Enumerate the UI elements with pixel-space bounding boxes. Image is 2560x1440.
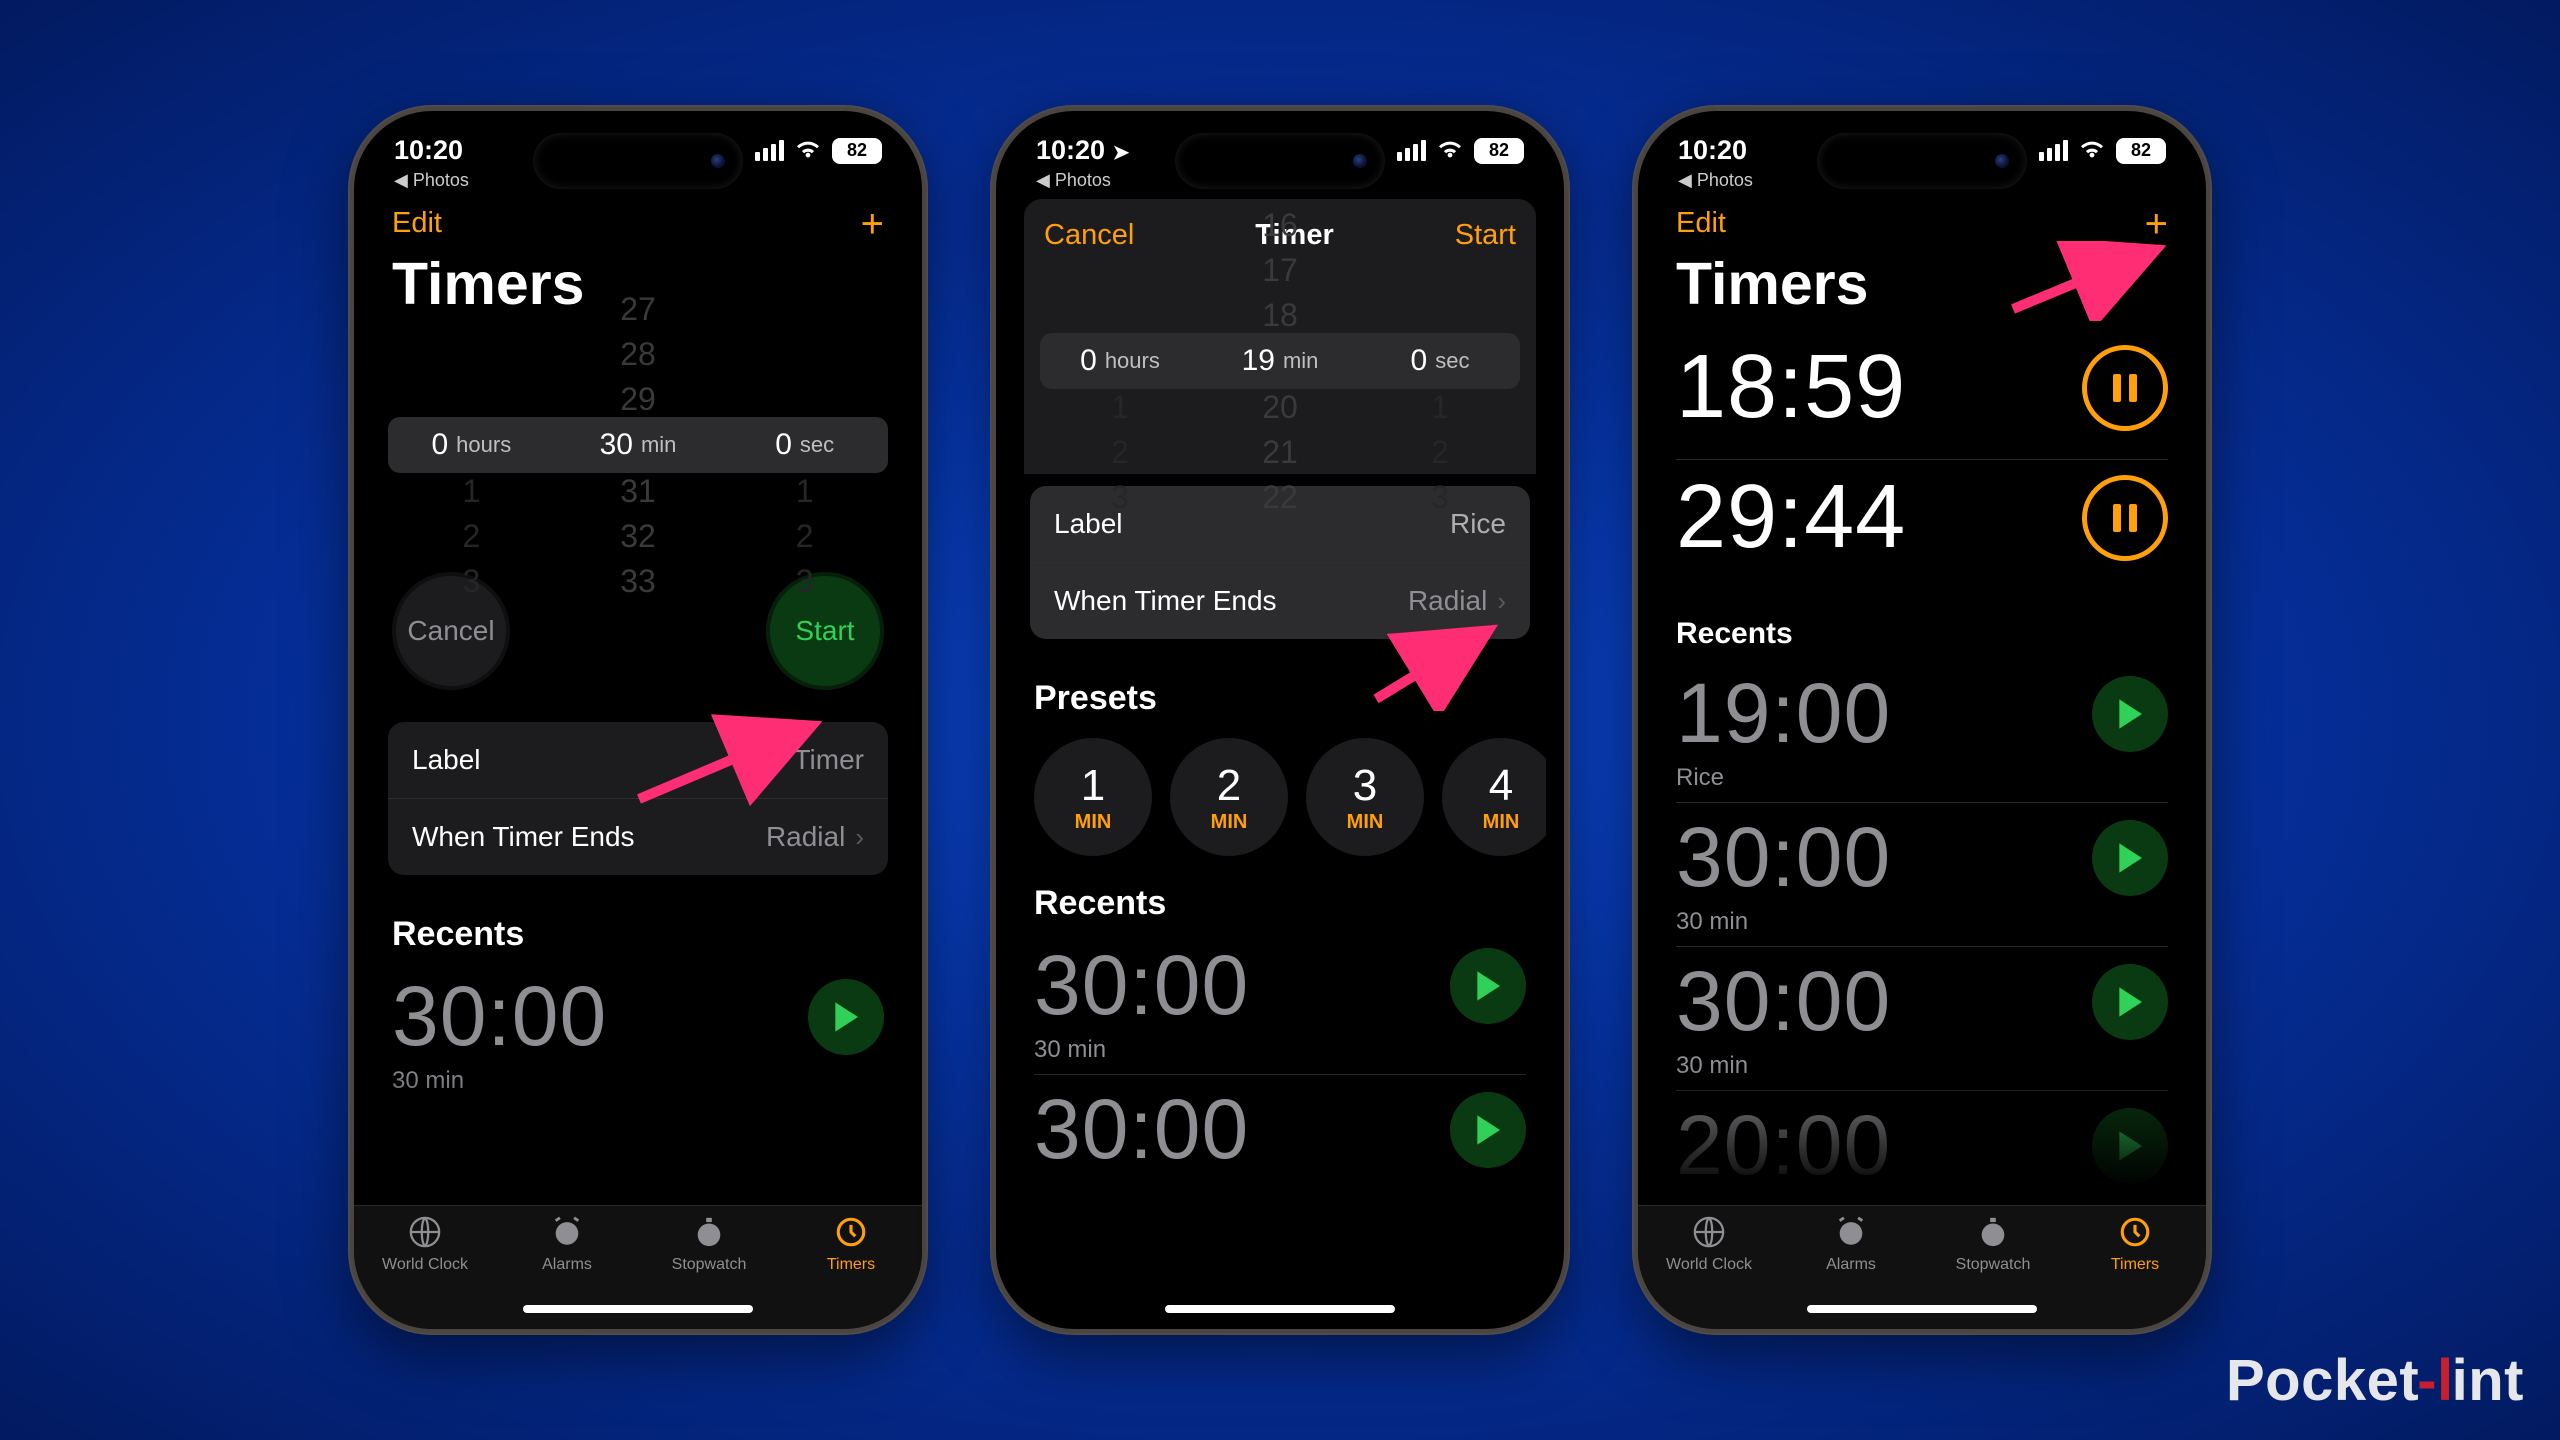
recent-item[interactable]: 30:00	[1014, 931, 1546, 1036]
recent-item[interactable]: 20:00	[1656, 1091, 2188, 1196]
time-picker[interactable]: 0hours 19min 0sec 123 161718 202122 123	[1040, 266, 1520, 456]
nav-bar: Edit +	[1656, 191, 2188, 244]
home-indicator[interactable]	[523, 1305, 753, 1313]
recent-item[interactable]: 30:00	[1656, 803, 2188, 908]
pause-button[interactable]	[2082, 345, 2168, 431]
active-sub: 30 min	[1656, 571, 2188, 589]
alarm-icon	[1831, 1212, 1871, 1252]
tab-timers[interactable]: Timers	[796, 1212, 906, 1274]
page-title: Timers	[1656, 244, 2188, 330]
phone-screen-2: 10:20 ➤ 82 ◀ Photos Cancel Timer Start 0…	[996, 111, 1564, 1329]
preset-4[interactable]: 4MIN	[1442, 738, 1546, 856]
recents-header: Recents	[372, 887, 904, 962]
status-time: 10:20	[394, 135, 463, 166]
when-ends-row[interactable]: When Timer Ends Radial›	[1030, 562, 1530, 639]
recent-sub: 30 min	[1656, 908, 2188, 946]
start-button[interactable]: Start	[766, 572, 884, 690]
cellular-icon	[2039, 140, 2068, 161]
location-icon: ➤	[1113, 142, 1130, 164]
battery-icon: 82	[832, 138, 882, 164]
battery-icon: 82	[2116, 138, 2166, 164]
dynamic-island	[533, 133, 743, 189]
wifi-icon	[794, 138, 822, 165]
globe-icon	[1689, 1212, 1729, 1252]
edit-button[interactable]: Edit	[392, 207, 442, 240]
dynamic-island	[1175, 133, 1385, 189]
tab-alarms[interactable]: Alarms	[1796, 1212, 1906, 1274]
cellular-icon	[755, 140, 784, 161]
phone-screen-1: 10:20 82 ◀ Photos Edit + Timers 0hours 3…	[354, 111, 922, 1329]
recent-sub: 30 min	[372, 1067, 904, 1109]
preset-1[interactable]: 1MIN	[1034, 738, 1152, 856]
tab-world-clock[interactable]: World Clock	[370, 1212, 480, 1274]
stopwatch-icon	[1973, 1212, 2013, 1252]
picker-selection: 0hours 30min 0sec	[388, 417, 888, 473]
play-button[interactable]	[2092, 964, 2168, 1040]
when-ends-row[interactable]: When Timer Ends Radial›	[388, 798, 888, 875]
chevron-right-icon: ›	[1497, 586, 1506, 616]
watermark: Pocket-lint	[2226, 1347, 2524, 1414]
picker-selection: 0hours 19min 0sec	[1040, 333, 1520, 389]
play-button[interactable]	[2092, 820, 2168, 896]
stopwatch-icon	[689, 1212, 729, 1252]
cellular-icon	[1397, 140, 1426, 161]
home-indicator[interactable]	[1165, 1305, 1395, 1313]
recent-sub: 30 min	[1656, 1052, 2188, 1090]
active-timer[interactable]: 18:59	[1656, 330, 2188, 441]
play-button[interactable]	[1450, 948, 1526, 1024]
time-picker[interactable]: 0hours 30min 0sec 123 272829 313233 123	[388, 350, 888, 540]
tab-stopwatch[interactable]: Stopwatch	[654, 1212, 764, 1274]
tab-stopwatch[interactable]: Stopwatch	[1938, 1212, 2048, 1274]
globe-icon	[405, 1212, 445, 1252]
add-button[interactable]: +	[2145, 212, 2168, 236]
label-row[interactable]: Label Timer	[388, 722, 888, 798]
cancel-button[interactable]: Cancel	[392, 572, 510, 690]
settings-group: Label Timer When Timer Ends Radial›	[388, 722, 888, 875]
recents-header: Recents	[1656, 589, 2188, 659]
battery-icon: 82	[1474, 138, 1524, 164]
status-time: 10:20	[1678, 135, 1747, 166]
phone-frame-2: 10:20 ➤ 82 ◀ Photos Cancel Timer Start 0…	[990, 105, 1570, 1335]
start-button[interactable]: Start	[1455, 219, 1516, 252]
tab-world-clock[interactable]: World Clock	[1654, 1212, 1764, 1274]
recent-item[interactable]: 19:00	[1656, 659, 2188, 764]
recent-sub: 30 min	[1014, 1036, 1546, 1074]
wifi-icon	[1436, 138, 1464, 165]
active-timer[interactable]: 29:44	[1656, 460, 2188, 571]
recent-item[interactable]: 30:00	[1014, 1075, 1546, 1180]
presets-row[interactable]: 1MIN 2MIN 3MIN 4MIN M	[1014, 726, 1546, 856]
active-sub: Rice	[1656, 441, 2188, 459]
phone-frame-3: 10:20 82 ◀ Photos Edit + Timers 18:59 Ri…	[1632, 105, 2212, 1335]
preset-3[interactable]: 3MIN	[1306, 738, 1424, 856]
add-button[interactable]: +	[861, 212, 884, 236]
sheet-body: 0hours 19min 0sec 123 161718 202122 123	[1024, 266, 1536, 474]
dynamic-island	[1817, 133, 2027, 189]
alarm-icon	[547, 1212, 587, 1252]
timer-icon	[2115, 1212, 2155, 1252]
presets-header: Presets	[1014, 651, 1546, 726]
tab-alarms[interactable]: Alarms	[512, 1212, 622, 1274]
timer-icon	[831, 1212, 871, 1252]
play-button[interactable]	[2092, 1108, 2168, 1184]
preset-2[interactable]: 2MIN	[1170, 738, 1288, 856]
recents-header: Recents	[1014, 856, 1546, 931]
home-indicator[interactable]	[1807, 1305, 2037, 1313]
phone-screen-3: 10:20 82 ◀ Photos Edit + Timers 18:59 Ri…	[1638, 111, 2206, 1329]
edit-button[interactable]: Edit	[1676, 207, 1726, 240]
phone-frame-1: 10:20 82 ◀ Photos Edit + Timers 0hours 3…	[348, 105, 928, 1335]
recent-item[interactable]: 30:00	[1656, 947, 2188, 1052]
tab-timers[interactable]: Timers	[2080, 1212, 2190, 1274]
play-button[interactable]	[2092, 676, 2168, 752]
recent-sub: Rice	[1656, 764, 2188, 802]
pause-button[interactable]	[2082, 475, 2168, 561]
wifi-icon	[2078, 138, 2106, 165]
play-button[interactable]	[1450, 1092, 1526, 1168]
nav-bar: Edit +	[372, 191, 904, 244]
status-time: 10:20	[1036, 135, 1105, 165]
play-button[interactable]	[808, 979, 884, 1055]
recent-item[interactable]: 30:00	[372, 962, 904, 1067]
chevron-right-icon: ›	[855, 822, 864, 852]
